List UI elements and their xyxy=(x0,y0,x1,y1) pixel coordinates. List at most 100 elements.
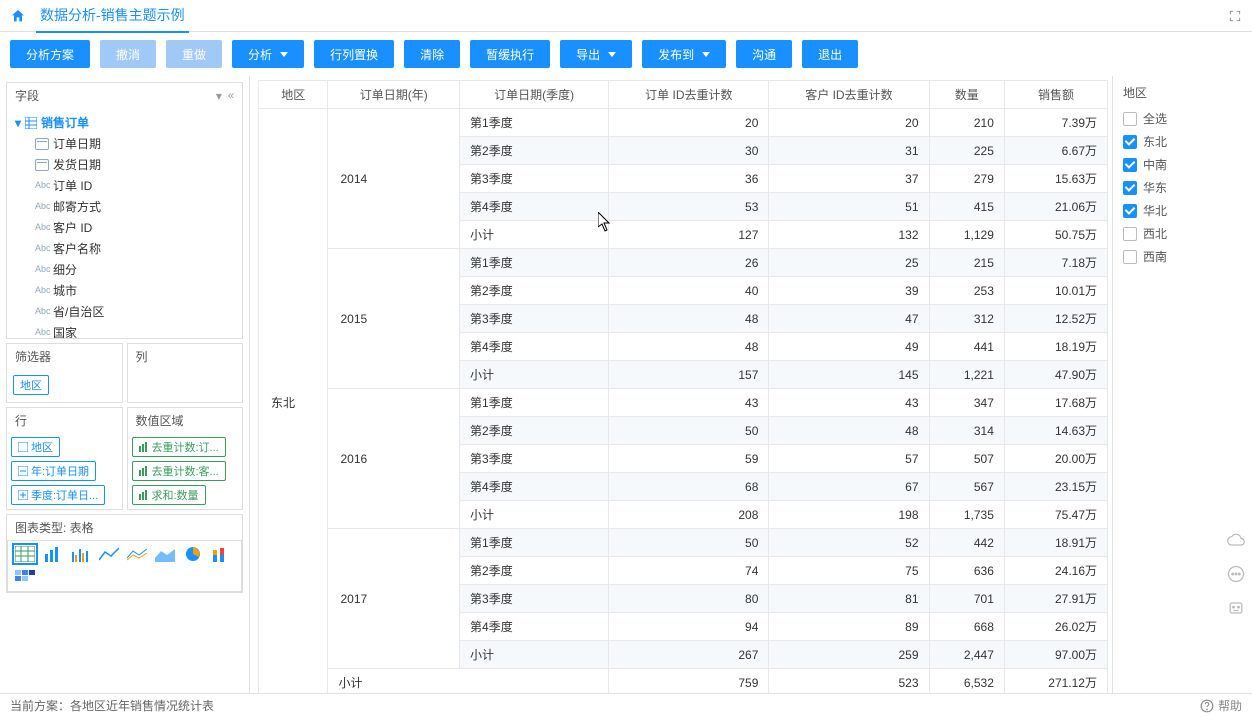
fullscreen-icon[interactable] xyxy=(1228,9,1242,23)
table-row[interactable]: 2016第1季度434334717.68万 xyxy=(259,389,1108,417)
tree-root-item[interactable]: ▾ 销售订单 xyxy=(7,112,242,133)
redo-button[interactable]: 重做 xyxy=(166,40,222,68)
multi-line-icon[interactable] xyxy=(126,545,148,563)
row-chip[interactable]: 年:订单日期 xyxy=(11,461,96,481)
undo-button[interactable]: 撤消 xyxy=(100,40,156,68)
measure-chip[interactable]: 求和:数量 xyxy=(132,485,206,505)
chevron-down-icon xyxy=(608,52,616,57)
grouped-bar-icon[interactable] xyxy=(70,545,92,563)
field-item[interactable]: 国家 xyxy=(7,322,242,338)
region-checkbox-row[interactable]: 西南 xyxy=(1123,245,1242,268)
help-icon xyxy=(1200,699,1214,713)
checkbox-icon[interactable] xyxy=(1123,135,1137,149)
home-icon[interactable] xyxy=(10,8,26,24)
checkbox-icon[interactable] xyxy=(1123,250,1137,264)
row-panel[interactable]: 行 地区年:订单日期季度:订单日... xyxy=(6,407,123,510)
pause-button[interactable]: 暂缓执行 xyxy=(470,40,550,68)
line-chart-icon[interactable] xyxy=(98,545,120,563)
region-checkbox-row[interactable]: 中南 xyxy=(1123,153,1242,176)
row-chip[interactable]: 地区 xyxy=(11,437,60,457)
column-panel[interactable]: 列 xyxy=(127,343,244,403)
help-link[interactable]: 帮助 xyxy=(1200,697,1242,714)
abc-icon xyxy=(35,327,49,339)
left-panel: 字段 ▾ « ▾ 销售订单 订单日期发货日期订单 ID邮寄方式客户 ID客户名称… xyxy=(0,76,250,693)
field-item[interactable]: 订单 ID xyxy=(7,175,242,196)
measure-chip[interactable]: 去重计数:订... xyxy=(132,437,226,457)
export-button[interactable]: 导出 xyxy=(560,40,632,68)
bar-chart-icon[interactable] xyxy=(42,545,64,563)
scheme-name: 各地区近年销售情况统计表 xyxy=(70,697,214,714)
field-item[interactable]: 省/自治区 xyxy=(7,301,242,322)
filter-chip-region[interactable]: 地区 xyxy=(13,375,49,395)
field-tree[interactable]: ▾ 销售订单 订单日期发货日期订单 ID邮寄方式客户 ID客户名称细分城市省/自… xyxy=(7,108,242,338)
table-row[interactable]: 2015第1季度26252157.18万 xyxy=(259,249,1108,277)
region-checkbox-row[interactable]: 华北 xyxy=(1123,199,1242,222)
stacked-bar-icon[interactable] xyxy=(210,545,232,563)
scheme-label: 当前方案： xyxy=(10,697,70,714)
transpose-button[interactable]: 行列置换 xyxy=(314,40,394,68)
abc-icon xyxy=(35,222,49,234)
column-header[interactable]: 订单日期(季度) xyxy=(460,81,609,109)
table-icon xyxy=(25,117,37,129)
analyze-button[interactable]: 分析 xyxy=(232,40,304,68)
field-item[interactable]: 客户名称 xyxy=(7,238,242,259)
region-checkbox-row[interactable]: 西北 xyxy=(1123,222,1242,245)
column-header[interactable]: 销售额 xyxy=(1004,81,1107,109)
column-header[interactable]: 数量 xyxy=(929,81,1004,109)
field-item[interactable]: 客户 ID xyxy=(7,217,242,238)
float-toolbar xyxy=(1226,530,1246,618)
heatmap-icon[interactable] xyxy=(14,569,36,587)
column-header[interactable]: 订单日期(年) xyxy=(328,81,460,109)
filter-title: 地区 xyxy=(1123,84,1242,101)
region-checkbox-row[interactable]: 东北 xyxy=(1123,130,1242,153)
region-checkbox-row[interactable]: 华东 xyxy=(1123,176,1242,199)
checkbox-icon[interactable] xyxy=(1123,181,1137,195)
page-title: 数据分析-销售主题示例 xyxy=(36,0,189,33)
table-chart-icon[interactable] xyxy=(14,545,36,563)
date-icon xyxy=(35,159,49,171)
field-item[interactable]: 发货日期 xyxy=(7,154,242,175)
fields-header: 字段 ▾ « xyxy=(7,83,242,108)
measure-chip[interactable]: 去重计数:客... xyxy=(132,461,226,481)
pie-chart-icon[interactable] xyxy=(182,545,204,563)
filter-panel[interactable]: 筛选器 地区 xyxy=(6,343,123,403)
abc-icon xyxy=(35,180,49,192)
exit-button[interactable]: 退出 xyxy=(802,40,858,68)
table-row[interactable]: 东北2014第1季度20202107.39万 xyxy=(259,109,1108,137)
table-row[interactable]: 小计7595236,532271.12万 xyxy=(259,669,1108,694)
checkbox-icon[interactable] xyxy=(1123,227,1137,241)
checkbox-icon[interactable] xyxy=(1123,112,1137,126)
comm-button[interactable]: 沟通 xyxy=(736,40,792,68)
abc-icon xyxy=(35,201,49,213)
plan-button[interactable]: 分析方案 xyxy=(10,40,90,68)
status-bar: 当前方案： 各地区近年销售情况统计表 帮助 xyxy=(0,693,1252,717)
region-checkbox-row[interactable]: 全选 xyxy=(1123,107,1242,130)
table-row[interactable]: 2017第1季度505244218.91万 xyxy=(259,529,1108,557)
chevron-down-icon xyxy=(702,52,710,57)
abc-icon xyxy=(35,243,49,255)
field-item[interactable]: 细分 xyxy=(7,259,242,280)
robot-icon[interactable] xyxy=(1226,598,1246,618)
abc-icon xyxy=(35,306,49,318)
publish-button[interactable]: 发布到 xyxy=(642,40,726,68)
checkbox-icon[interactable] xyxy=(1123,204,1137,218)
date-icon xyxy=(35,138,49,150)
area-chart-icon[interactable] xyxy=(154,545,176,563)
pivot-table: 地区订单日期(年)订单日期(季度)订单 ID去重计数客户 ID去重计数数量销售额… xyxy=(258,80,1108,693)
data-table-area[interactable]: 地区订单日期(年)订单日期(季度)订单 ID去重计数客户 ID去重计数数量销售额… xyxy=(250,76,1112,693)
field-item[interactable]: 邮寄方式 xyxy=(7,196,242,217)
measure-panel[interactable]: 数值区域 去重计数:订...去重计数:客...求和:数量 xyxy=(127,407,244,510)
column-header[interactable]: 地区 xyxy=(259,81,328,109)
column-header[interactable]: 订单 ID去重计数 xyxy=(609,81,769,109)
column-header[interactable]: 客户 ID去重计数 xyxy=(769,81,929,109)
chart-type-panel: 图表类型: 表格 xyxy=(6,514,243,593)
clear-button[interactable]: 清除 xyxy=(404,40,460,68)
collapse-icon[interactable]: « xyxy=(228,90,234,102)
field-item[interactable]: 城市 xyxy=(7,280,242,301)
cloud-icon[interactable] xyxy=(1226,530,1246,550)
field-item[interactable]: 订单日期 xyxy=(7,133,242,154)
row-chip[interactable]: 季度:订单日... xyxy=(11,485,105,505)
toolbar: 分析方案 撤消 重做 分析 行列置换 清除 暂缓执行 导出 发布到 沟通 退出 xyxy=(0,32,1252,76)
chat-icon[interactable] xyxy=(1226,564,1246,584)
checkbox-icon[interactable] xyxy=(1123,158,1137,172)
